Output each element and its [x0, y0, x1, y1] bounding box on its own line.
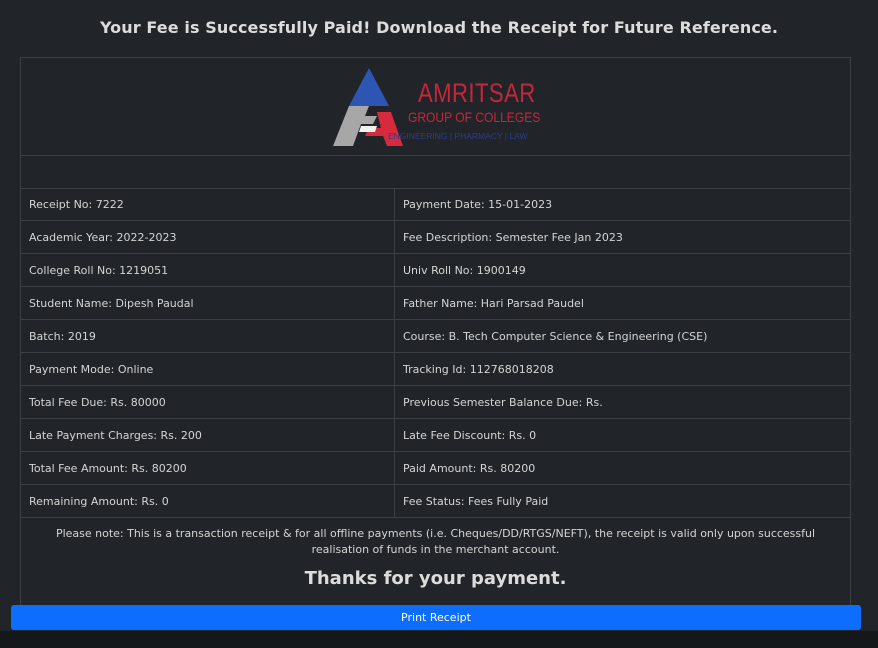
table-row: Academic Year: 2022-2023 Fee Description… [21, 221, 850, 254]
late-payment-charges: Late Payment Charges: Rs. 200 [21, 419, 395, 451]
previous-balance-due: Previous Semester Balance Due: Rs. [403, 395, 603, 409]
receipt-table: AMRITSAR GROUP OF COLLEGES ENGINEERING |… [20, 57, 851, 617]
receipt-number: Receipt No: 7222 [21, 188, 395, 220]
father-name: Father Name: Hari Parsad Paudel [403, 296, 584, 310]
receipt-page: Your Fee is Successfully Paid! Download … [0, 0, 878, 648]
payment-date: Payment Date: 15-01-2023 [403, 197, 553, 211]
thanks-message: Thanks for your payment. [304, 568, 567, 589]
student-name: Student Name: Dipesh Paudal [21, 287, 395, 319]
receipt-details: Receipt No: 7222 Payment Date: 15-01-202… [21, 188, 850, 518]
success-headline: Your Fee is Successfully Paid! Download … [99, 18, 779, 37]
payment-mode: Payment Mode: Online [21, 353, 395, 385]
academic-year: Academic Year: 2022-2023 [21, 221, 395, 253]
table-row: Late Payment Charges: Rs. 200 Late Fee D… [21, 419, 850, 452]
fee-status: Fee Status: Fees Fully Paid [403, 494, 549, 508]
table-row: Batch: 2019 Course: B. Tech Computer Sci… [21, 320, 850, 353]
table-row: Student Name: Dipesh Paudal Father Name:… [21, 287, 850, 320]
remaining-amount: Remaining Amount: Rs. 0 [21, 485, 395, 517]
univ-roll-no: Univ Roll No: 1900149 [403, 263, 526, 277]
fee-description: Fee Description: Semester Fee Jan 2023 [403, 230, 623, 244]
late-fee-discount: Late Fee Discount: Rs. 0 [403, 428, 537, 442]
spacer-row [21, 155, 850, 189]
bottom-bar [0, 631, 878, 648]
paid-amount: Paid Amount: Rs. 80200 [403, 461, 536, 475]
batch: Batch: 2019 [21, 320, 395, 352]
course: Course: B. Tech Computer Science & Engin… [403, 329, 708, 343]
table-row: College Roll No: 1219051 Univ Roll No: 1… [21, 254, 850, 287]
table-row: Remaining Amount: Rs. 0 Fee Status: Fees… [21, 485, 850, 518]
total-fee-amount: Total Fee Amount: Rs. 80200 [21, 452, 395, 484]
table-row: Receipt No: 7222 Payment Date: 15-01-202… [21, 188, 850, 221]
college-roll-no: College Roll No: 1219051 [21, 254, 395, 286]
logo-subtitle: GROUP OF COLLEGES [408, 109, 541, 125]
table-row: Payment Mode: Online Tracking Id: 112768… [21, 353, 850, 386]
table-row: Total Fee Amount: Rs. 80200 Paid Amount:… [21, 452, 850, 485]
print-receipt-button[interactable]: Print Receipt [11, 605, 861, 630]
table-row: Total Fee Due: Rs. 80000 Previous Semest… [21, 386, 850, 419]
total-fee-due: Total Fee Due: Rs. 80000 [21, 386, 395, 418]
logo-row: AMRITSAR GROUP OF COLLEGES ENGINEERING |… [21, 58, 850, 156]
logo-title: AMRITSAR [418, 78, 536, 108]
logo-tagline: ENGINEERING | PHARMACY | LAW [388, 131, 528, 141]
college-logo: AMRITSAR GROUP OF COLLEGES ENGINEERING |… [331, 66, 541, 148]
receipt-note: Please note: This is a transaction recei… [55, 527, 816, 556]
tracking-id: Tracking Id: 112768018208 [403, 362, 554, 376]
